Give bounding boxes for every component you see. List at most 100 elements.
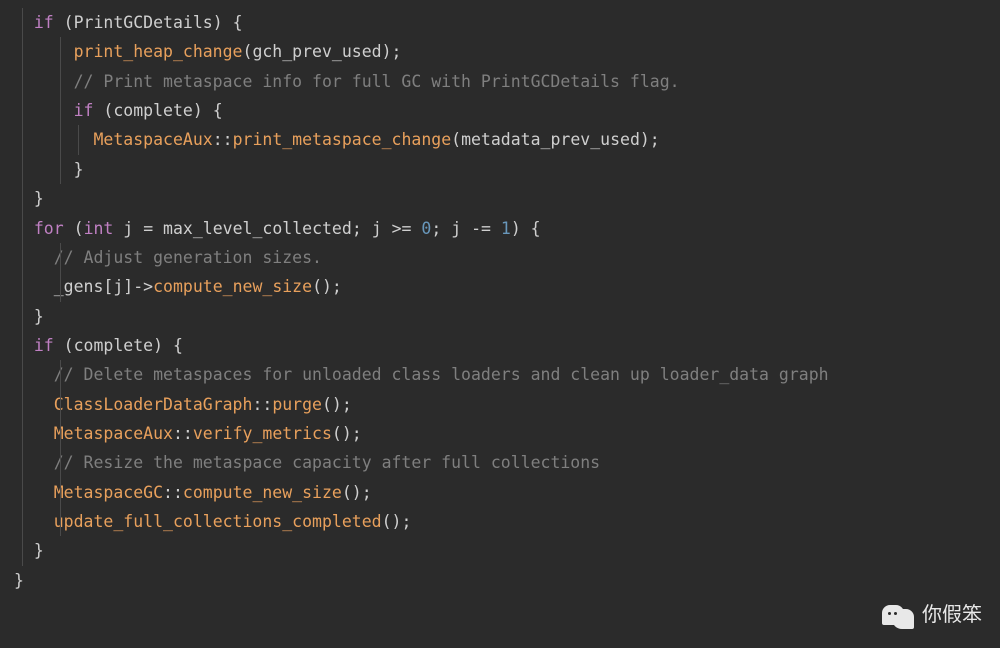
token-kw: if bbox=[34, 336, 54, 355]
indent-guide bbox=[22, 360, 23, 389]
token-br: ( bbox=[64, 219, 84, 238]
code-line[interactable]: // Print metaspace info for full GC with… bbox=[0, 67, 1000, 96]
token-br: ); bbox=[640, 130, 660, 149]
indent-guide bbox=[60, 96, 61, 125]
indent-guide bbox=[22, 37, 23, 66]
token-fn: verify_metrics bbox=[193, 424, 332, 443]
token-br: [ bbox=[103, 277, 113, 296]
indent-guide bbox=[60, 155, 61, 184]
token-br: ( bbox=[451, 130, 461, 149]
indent-guide bbox=[22, 272, 23, 301]
token-br: :: bbox=[163, 483, 183, 502]
token-fn: compute_new_size bbox=[183, 483, 342, 502]
watermark: 你假笨 bbox=[882, 598, 982, 634]
code-line[interactable]: if (complete) { bbox=[0, 331, 1000, 360]
indent-guide bbox=[22, 214, 23, 243]
code-line[interactable]: print_heap_change(gch_prev_used); bbox=[0, 37, 1000, 66]
token-op: = bbox=[143, 219, 153, 238]
indent-guide bbox=[22, 507, 23, 536]
indent-guide bbox=[60, 243, 61, 272]
code-line[interactable]: } bbox=[0, 536, 1000, 565]
code-line[interactable]: for (int j = max_level_collected; j >= 0… bbox=[0, 214, 1000, 243]
token-op: -= bbox=[471, 219, 491, 238]
indent-guide bbox=[22, 67, 23, 96]
code-line[interactable]: // Delete metaspaces for unloaded class … bbox=[0, 360, 1000, 389]
token-br: (); bbox=[312, 277, 342, 296]
indent-guide bbox=[22, 331, 23, 360]
token-br: } bbox=[34, 307, 44, 326]
indent-guide bbox=[22, 390, 23, 419]
code-line[interactable]: if (complete) { bbox=[0, 96, 1000, 125]
token-fn: MetaspaceGC bbox=[54, 483, 163, 502]
token-fn: MetaspaceAux bbox=[93, 130, 212, 149]
watermark-text: 你假笨 bbox=[922, 598, 982, 634]
code-line[interactable]: _gens[j]->compute_new_size(); bbox=[0, 272, 1000, 301]
token-op: >= bbox=[392, 219, 412, 238]
token-id: j bbox=[372, 219, 392, 238]
code-line[interactable]: } bbox=[0, 155, 1000, 184]
token-br: (); bbox=[332, 424, 362, 443]
token-br: ) { bbox=[213, 13, 243, 32]
token-fn: ClassLoaderDataGraph bbox=[54, 395, 253, 414]
code-line[interactable]: MetaspaceAux::verify_metrics(); bbox=[0, 419, 1000, 448]
token-num: 1 bbox=[491, 219, 511, 238]
indent-guide bbox=[60, 448, 61, 477]
token-kw: if bbox=[34, 13, 54, 32]
token-cm: // Resize the metaspace capacity after f… bbox=[54, 453, 600, 472]
indent-guide bbox=[22, 419, 23, 448]
token-cm: // Print metaspace info for full GC with… bbox=[74, 72, 680, 91]
code-line[interactable]: ClassLoaderDataGraph::purge(); bbox=[0, 390, 1000, 419]
token-br: (); bbox=[382, 512, 412, 531]
indent-guide bbox=[22, 302, 23, 331]
code-line[interactable]: MetaspaceGC::compute_new_size(); bbox=[0, 478, 1000, 507]
code-line[interactable]: update_full_collections_completed(); bbox=[0, 507, 1000, 536]
token-br: } bbox=[74, 160, 84, 179]
token-ty: int bbox=[84, 219, 114, 238]
token-fn: MetaspaceAux bbox=[54, 424, 173, 443]
token-br: } bbox=[34, 541, 44, 560]
token-br: ) { bbox=[511, 219, 541, 238]
token-id: complete bbox=[113, 101, 192, 120]
indent-guide bbox=[60, 360, 61, 389]
token-br: ); bbox=[382, 42, 402, 61]
token-br: ) { bbox=[153, 336, 183, 355]
token-id: complete bbox=[74, 336, 153, 355]
indent-guide bbox=[22, 155, 23, 184]
indent-guide bbox=[22, 243, 23, 272]
token-br: } bbox=[14, 571, 24, 590]
token-id: j bbox=[451, 219, 471, 238]
token-br: ( bbox=[93, 101, 113, 120]
indent-guide bbox=[60, 67, 61, 96]
code-line[interactable]: // Adjust generation sizes. bbox=[0, 243, 1000, 272]
indent-guide bbox=[60, 272, 61, 301]
code-line[interactable]: // Resize the metaspace capacity after f… bbox=[0, 448, 1000, 477]
token-fn: compute_new_size bbox=[153, 277, 312, 296]
token-cm: // Delete metaspaces for unloaded class … bbox=[54, 365, 829, 384]
code-line[interactable]: if (PrintGCDetails) { bbox=[0, 8, 1000, 37]
indent-guide bbox=[60, 37, 61, 66]
token-cm: // Adjust generation sizes. bbox=[54, 248, 322, 267]
code-line[interactable]: MetaspaceAux::print_metaspace_change(met… bbox=[0, 125, 1000, 154]
indent-guide bbox=[60, 507, 61, 536]
code-line[interactable]: } bbox=[0, 302, 1000, 331]
token-id: j bbox=[113, 219, 143, 238]
token-id: j bbox=[113, 277, 123, 296]
indent-guide bbox=[22, 478, 23, 507]
token-id: max_level_collected bbox=[153, 219, 352, 238]
token-br: (); bbox=[342, 483, 372, 502]
indent-guide bbox=[60, 478, 61, 507]
token-id: metadata_prev_used bbox=[461, 130, 640, 149]
token-br: :: bbox=[252, 395, 272, 414]
indent-guide bbox=[22, 448, 23, 477]
indent-guide bbox=[22, 125, 23, 154]
code-editor[interactable]: if (PrintGCDetails) { print_heap_change(… bbox=[0, 8, 1000, 595]
token-id: _gens bbox=[54, 277, 104, 296]
token-kw: if bbox=[74, 101, 94, 120]
token-br: } bbox=[34, 189, 44, 208]
code-line[interactable]: } bbox=[0, 566, 1000, 595]
token-br: :: bbox=[173, 424, 193, 443]
token-br: ; bbox=[352, 219, 372, 238]
indent-guide bbox=[22, 8, 23, 37]
token-br: ]-> bbox=[123, 277, 153, 296]
code-line[interactable]: } bbox=[0, 184, 1000, 213]
